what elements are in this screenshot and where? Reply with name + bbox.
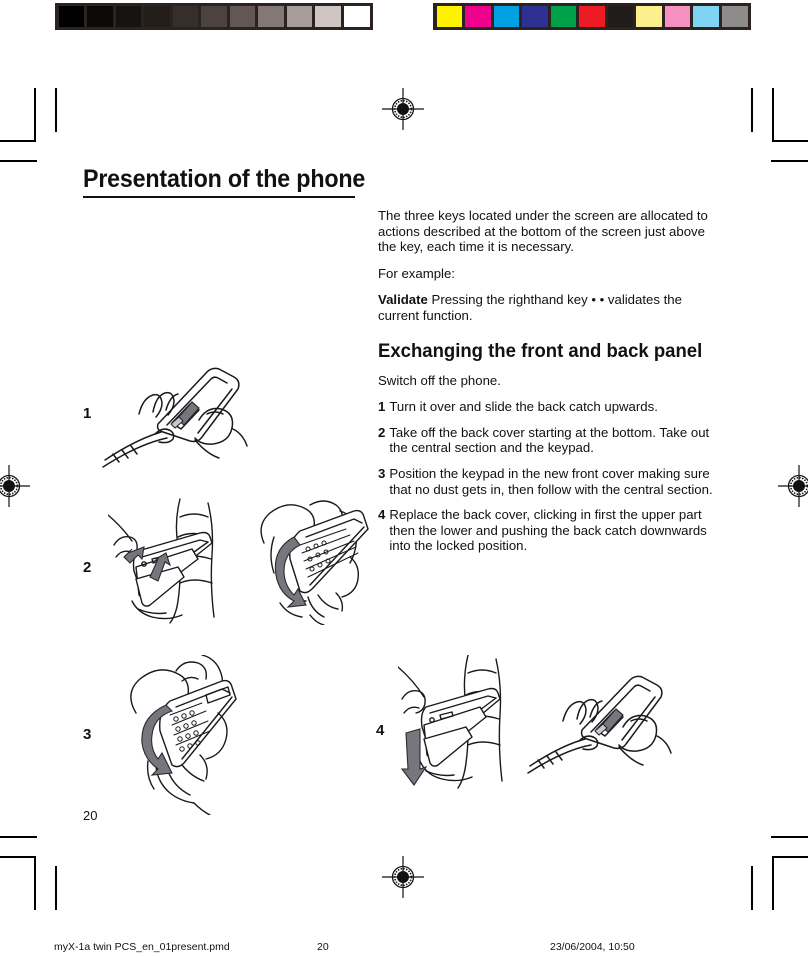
color-patch-7: [636, 6, 662, 27]
registration-target-right-icon: [778, 465, 808, 507]
registration-target-bottom-icon: [382, 856, 424, 898]
grayscale-calibration-bar: [55, 3, 373, 30]
gray-patch-6: [229, 6, 256, 27]
color-patch-6: [607, 6, 634, 27]
crop-mark-bottom-left-tick-vertical: [55, 866, 57, 910]
step-item: 4 Replace the back cover, clicking in fi…: [378, 507, 716, 554]
figure-1-illustration: [95, 362, 270, 482]
crop-mark-bottom-right-vertical: [772, 856, 774, 910]
step-number: 1: [378, 399, 386, 415]
figure-number-1: 1: [83, 405, 92, 422]
gray-patch-4: [172, 6, 199, 27]
section-heading: Exchanging the front and back panel: [378, 339, 703, 362]
footer-timestamp: 23/06/2004, 10:50: [550, 941, 635, 953]
crop-mark-top-right-vertical: [772, 88, 774, 142]
validate-label: Validate: [378, 292, 428, 308]
figure-number-3: 3: [83, 726, 92, 743]
color-patch-1: [465, 6, 491, 27]
step-text: Turn it over and slide the back catch up…: [389, 399, 658, 415]
footer-filename: myX-1a twin PCS_en_01present.pmd: [54, 941, 230, 953]
crop-mark-top-right-horizontal: [772, 140, 808, 142]
figure-2-illustration-right: [250, 497, 375, 625]
page-number: 20: [83, 808, 98, 823]
color-patch-0: [436, 6, 463, 27]
text-column: The three keys located under the screen …: [378, 208, 716, 564]
crop-mark-top-left-horizontal: [0, 140, 36, 142]
crop-mark-top-left-tick-horizontal: [0, 160, 37, 162]
crop-mark-top-right-tick-vertical: [751, 88, 753, 132]
crop-mark-top-right-tick-horizontal: [771, 160, 808, 162]
figure-4-illustration-right: [522, 672, 687, 787]
gray-patch-1: [87, 6, 113, 27]
color-patch-9: [693, 6, 719, 27]
registration-target-left-icon: [0, 465, 30, 507]
step-item: 1 Turn it over and slide the back catch …: [378, 399, 716, 415]
figure-number-2: 2: [83, 559, 92, 576]
intro-paragraph-2: For example:: [378, 265, 455, 281]
print-footer: myX-1a twin PCS_en_01present.pmd 20 23/0…: [0, 941, 808, 958]
figure-number-4: 4: [376, 722, 385, 739]
crop-mark-top-left-tick-vertical: [55, 88, 57, 132]
step-number: 3: [378, 465, 386, 481]
crop-mark-bottom-right-horizontal: [772, 856, 808, 858]
gray-patch-0: [58, 6, 85, 27]
gray-patch-7: [258, 6, 284, 27]
color-patch-4: [550, 6, 577, 27]
step-number: 4: [378, 507, 386, 523]
step-number: 2: [378, 424, 386, 440]
color-calibration-bar: [433, 3, 751, 30]
footer-page-number: 20: [317, 941, 329, 953]
registration-target-top-icon: [382, 88, 424, 130]
gray-patch-9: [315, 6, 341, 27]
color-patch-5: [579, 6, 605, 27]
color-patch-3: [522, 6, 548, 27]
step-item: 3 Position the keypad in the new front c…: [378, 466, 716, 497]
intro-paragraph-1: The three keys located under the screen …: [378, 208, 708, 255]
gray-patch-3: [144, 6, 170, 27]
crop-mark-bottom-right-tick-vertical: [751, 866, 753, 910]
step-text: Take off the back cover starting at the …: [389, 424, 710, 456]
step-text: Replace the back cover, clicking in firs…: [389, 507, 707, 554]
figure-3-illustration: [110, 655, 255, 815]
color-patch-10: [721, 6, 748, 27]
gray-patch-10: [343, 6, 370, 27]
gray-patch-8: [286, 6, 313, 27]
section-intro: Switch off the phone.: [378, 372, 501, 388]
crop-mark-bottom-right-tick-horizontal: [771, 836, 808, 838]
step-item: 2 Take off the back cover starting at th…: [378, 425, 716, 456]
crop-mark-bottom-left-horizontal: [0, 856, 36, 858]
figure-2-illustration-left: [108, 497, 238, 625]
crop-mark-bottom-left-tick-horizontal: [0, 836, 37, 838]
gray-patch-5: [201, 6, 227, 27]
color-patch-2: [493, 6, 520, 27]
manual-page: Presentation of the phone The three keys…: [0, 0, 808, 958]
validate-paragraph: Validate Pressing the righthand key • • …: [378, 292, 716, 323]
crop-mark-top-left-vertical: [34, 88, 36, 142]
step-text: Position the keypad in the new front cov…: [389, 465, 713, 497]
color-patch-8: [664, 6, 691, 27]
crop-mark-bottom-left-vertical: [34, 856, 36, 910]
page-title: Presentation of the phone: [83, 165, 366, 193]
gray-patch-2: [115, 6, 142, 27]
figure-4-illustration-left: [398, 655, 523, 790]
page-title-underline: [83, 196, 355, 198]
